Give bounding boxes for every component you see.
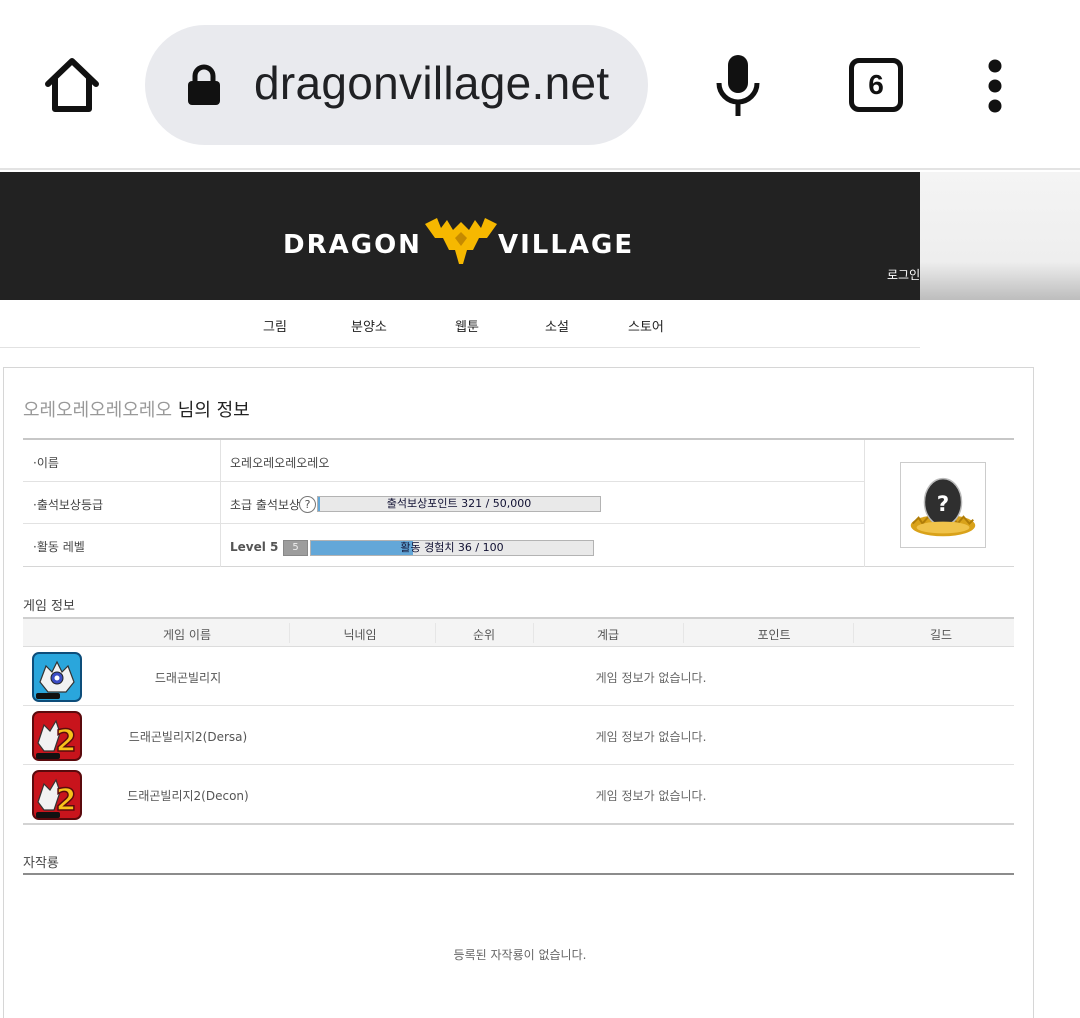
- header-divider: [289, 623, 290, 643]
- logo-text-right: VILLAGE: [498, 230, 635, 260]
- game-name: 드래곤빌리지: [154, 671, 222, 685]
- col-points: 포인트: [757, 628, 791, 642]
- game-status: 게임 정보가 없습니다.: [595, 789, 707, 803]
- activity-level-badge: 5: [283, 540, 308, 556]
- header-divider: [853, 623, 854, 643]
- page-title-suffix: 님의 정보: [172, 400, 250, 421]
- col-nickname: 닉네임: [343, 628, 377, 642]
- tab-switcher-button[interactable]: 6: [849, 58, 903, 112]
- col-rank: 순위: [472, 628, 496, 642]
- nav-item-webtoon[interactable]: 웹툰: [455, 316, 479, 335]
- header-side-strip: [920, 172, 1080, 300]
- works-title: 자작룡: [23, 856, 59, 871]
- info-label-name: ·이름: [33, 456, 59, 470]
- col-class: 계급: [596, 628, 620, 642]
- game-info-title: 게임 정보: [23, 599, 75, 614]
- dragon-emblem-icon: [425, 218, 497, 264]
- nav-item-novel[interactable]: 소설: [545, 316, 569, 335]
- svg-text:?: ?: [937, 492, 949, 517]
- header-divider: [683, 623, 684, 643]
- game-row: 2 드래곤빌리지2(Decon) 게임 정보가 없습니다.: [23, 765, 1014, 824]
- dragon-village-2-game-icon: 2: [32, 711, 82, 761]
- attendance-progress-text: 출석보상포인트 321 / 50,000: [386, 497, 532, 510]
- attendance-progress-bar: 출석보상포인트 321 / 50,000: [317, 496, 601, 512]
- header-divider: [533, 623, 534, 643]
- lock-icon: [188, 64, 220, 105]
- page-title: 오레오레오레오레오 님의 정보: [23, 396, 250, 422]
- col-game-name: 게임 이름: [163, 628, 211, 642]
- game-table-header: 게임 이름 닉네임 순위 계급 포인트 길드: [23, 617, 1014, 647]
- page-title-username: 오레오레오레오레오: [23, 400, 173, 421]
- nav-item-store[interactable]: 스토어: [628, 316, 664, 335]
- game-name: 드래곤빌리지2(Decon): [127, 789, 249, 803]
- site-logo[interactable]: DRAGON VILLAGE: [283, 212, 643, 272]
- nav-item-drawing[interactable]: 그림: [263, 316, 287, 335]
- game-status: 게임 정보가 없습니다.: [595, 730, 707, 744]
- nav-item-adoption[interactable]: 분양소: [351, 316, 387, 335]
- more-vert-icon[interactable]: [980, 58, 1010, 114]
- col-guild: 길드: [929, 628, 953, 642]
- profile-info-table: ·이름 오레오레오레오레오 ·출석보상등급 초급 출석보상 ·활동 레벨 ? 출…: [23, 438, 1014, 567]
- egg-nest-icon: ?: [900, 462, 986, 548]
- login-link-label[interactable]: 로그인: [887, 268, 920, 282]
- info-label-attendance: ·출석보상등급: [33, 498, 104, 512]
- browser-toolbar: dragonvillage.net 6: [0, 0, 1080, 170]
- game-status: 게임 정보가 없습니다.: [595, 671, 707, 685]
- header-divider: [435, 623, 436, 643]
- logo-text-left: DRAGON: [283, 230, 422, 260]
- home-icon[interactable]: [42, 54, 102, 116]
- url-text[interactable]: dragonvillage.net: [254, 56, 609, 110]
- game-name: 드래곤빌리지2(Dersa): [128, 730, 248, 744]
- activity-progress-text: 활동 경험치 36 / 100: [400, 541, 504, 554]
- attendance-grade: 초급 출석보상: [230, 498, 301, 512]
- works-divider: [23, 873, 1014, 875]
- works-empty-message: 등록된 자작룡이 없습니다.: [453, 948, 587, 962]
- table-bottom-border: [23, 823, 1014, 825]
- page-root: dragonvillage.net 6 DRAGON VILLAGE 로그인 그…: [0, 0, 1080, 1018]
- dragon-village-game-icon: [32, 652, 82, 702]
- game-row: 드래곤빌리지 게임 정보가 없습니다.: [23, 647, 1014, 706]
- site-nav: 그림 분양소 웹툰 소설 스토어: [0, 300, 920, 348]
- info-value-name: 오레오레오레오레오: [230, 456, 330, 470]
- game-row: 2 드래곤빌리지2(Dersa) 게임 정보가 없습니다.: [23, 706, 1014, 765]
- info-label-activity: ·활동 레벨: [33, 540, 85, 554]
- activity-level-text: Level 5: [230, 540, 279, 554]
- info-row-name: ·이름 오레오레오레오레오: [23, 440, 865, 482]
- activity-progress-bar: 활동 경험치 36 / 100: [310, 540, 594, 556]
- help-icon[interactable]: ?: [299, 496, 316, 513]
- login-link[interactable]: 로그인: [887, 266, 920, 283]
- microphone-icon[interactable]: [715, 55, 761, 117]
- dragon-village-2-game-icon: 2: [32, 770, 82, 820]
